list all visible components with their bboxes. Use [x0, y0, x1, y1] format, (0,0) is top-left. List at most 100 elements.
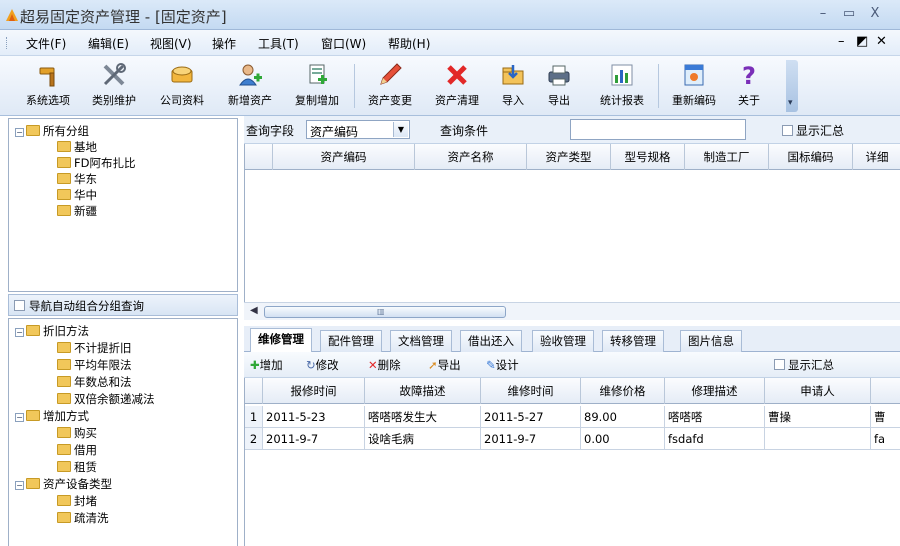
tree-node-item[interactable]: 租赁 [57, 459, 97, 475]
copy-add-button[interactable]: 复制增加 [286, 60, 348, 112]
column-header[interactable] [871, 378, 900, 404]
show-summary-checkbox[interactable] [774, 359, 785, 370]
nav-auto-group-checkbox[interactable] [14, 300, 25, 311]
design-button[interactable]: ✎设计 [486, 357, 519, 373]
maximize-button[interactable]: ▭ [840, 5, 858, 23]
column-header[interactable]: 修理描述 [665, 378, 765, 404]
tab-documents[interactable]: 文档管理 [390, 330, 452, 352]
system-options-button[interactable]: 系统选项 [20, 60, 76, 112]
export-button[interactable]: ➚导出 [428, 357, 461, 373]
table-cell[interactable]: 曹 [871, 406, 900, 428]
asset-cleanup-button[interactable]: 资产清理 [428, 60, 486, 112]
tree-node-item[interactable]: 借用 [57, 442, 97, 458]
about-button[interactable]: ? 关于 [730, 60, 768, 112]
column-header[interactable]: 型号规格 [611, 144, 685, 170]
column-header[interactable]: 详细 [853, 144, 900, 170]
table-cell[interactable]: 2011-9-7 [481, 428, 581, 450]
tree-node-item[interactable]: 年数总和法 [57, 374, 132, 390]
mdi-close-button[interactable]: ✕ [876, 34, 887, 49]
query-condition-input[interactable] [570, 119, 746, 140]
tree-node-group[interactable]: 基地 [57, 139, 97, 155]
table-cell[interactable]: 嗒嗒嗒 [665, 406, 765, 428]
table-cell[interactable]: 2011-5-27 [481, 406, 581, 428]
tree-node-item[interactable]: 平均年限法 [57, 357, 132, 373]
recode-button[interactable]: 重新编码 [664, 60, 724, 112]
table-cell[interactable] [765, 428, 871, 450]
menu-operation[interactable]: 操作 [212, 35, 236, 52]
minimize-button[interactable]: – [814, 5, 832, 23]
column-header[interactable]: 资产名称 [415, 144, 527, 170]
tree-node-group[interactable]: 华中 [57, 187, 97, 203]
tree-node-root[interactable]: − 所有分组 [15, 123, 89, 139]
tab-lend-return[interactable]: 借出还入 [460, 330, 522, 352]
show-summary-checkbox[interactable] [782, 125, 793, 136]
tree-node-item[interactable]: 双倍余额递减法 [57, 391, 155, 407]
column-header[interactable]: 维修价格 [581, 378, 665, 404]
tab-acceptance[interactable]: 验收管理 [532, 330, 594, 352]
table-cell[interactable]: 曹操 [765, 406, 871, 428]
table-cell[interactable]: 嗒嗒嗒发生大 [365, 406, 481, 428]
table-cell[interactable]: fa [871, 428, 900, 450]
collapse-icon[interactable]: − [15, 481, 24, 490]
table-cell[interactable]: 0.00 [581, 428, 665, 450]
collapse-icon[interactable]: − [15, 413, 24, 422]
import-button[interactable]: 导入 [494, 60, 532, 112]
mdi-restore-button[interactable]: ◩ [856, 34, 868, 49]
add-asset-button[interactable]: 新增资产 [220, 60, 280, 112]
category-maintenance-button[interactable]: 类别维护 [86, 60, 142, 112]
scroll-left-icon[interactable]: ◀ [250, 305, 258, 316]
company-info-button[interactable]: 公司资料 [152, 60, 212, 112]
statistics-report-button[interactable]: 统计报表 [592, 60, 652, 112]
collapse-icon[interactable]: − [15, 128, 24, 137]
tree-node-group[interactable]: 华东 [57, 171, 97, 187]
delete-button[interactable]: ✕删除 [368, 357, 401, 373]
menu-file[interactable]: 文件(F) [26, 35, 66, 52]
menu-window[interactable]: 窗口(W) [321, 35, 366, 52]
table-cell[interactable]: 2011-5-23 [263, 406, 365, 428]
chevron-down-icon[interactable]: ▼ [393, 122, 408, 137]
close-button[interactable]: X [866, 5, 884, 23]
scrollbar-thumb[interactable]: ▥ [264, 306, 506, 318]
show-summary-option[interactable]: 显示汇总 [782, 122, 844, 139]
query-field-select[interactable]: 资产编码 ▼ [306, 120, 410, 139]
tree-node-group[interactable]: 新疆 [57, 203, 97, 219]
column-header[interactable]: 维修时间 [481, 378, 581, 404]
table-cell[interactable]: fsdafd [665, 428, 765, 450]
toolbar-overflow-button[interactable]: ▾ [786, 60, 798, 112]
table-cell[interactable]: 89.00 [581, 406, 665, 428]
menu-view[interactable]: 视图(V) [150, 35, 192, 52]
tree-node-category[interactable]: − 资产设备类型 [15, 476, 112, 492]
nav-auto-group-option[interactable]: 导航自动组合分组查询 [8, 294, 238, 316]
column-header[interactable]: 申请人 [765, 378, 871, 404]
tree-node-item[interactable]: 封堵 [57, 493, 97, 509]
asset-change-button[interactable]: 资产变更 [360, 60, 420, 112]
add-button[interactable]: ✚增加 [250, 357, 283, 373]
export-button[interactable]: 导出 [540, 60, 578, 112]
table-cell[interactable]: 设啥毛病 [365, 428, 481, 450]
mdi-minimize-button[interactable]: – [838, 34, 845, 49]
menu-edit[interactable]: 编辑(E) [88, 35, 129, 52]
menu-tools[interactable]: 工具(T) [258, 35, 299, 52]
table-cell[interactable]: 2011-9-7 [263, 428, 365, 450]
tree-node-item[interactable]: 疏清洗 [57, 510, 109, 526]
tab-parts[interactable]: 配件管理 [320, 330, 382, 352]
collapse-icon[interactable]: − [15, 328, 24, 337]
tree-node-category[interactable]: − 增加方式 [15, 408, 89, 424]
menu-help[interactable]: 帮助(H) [388, 35, 430, 52]
tab-photos[interactable]: 图片信息 [680, 330, 742, 352]
asset-grid-hscrollbar[interactable]: ◀ ▥ [244, 302, 900, 320]
show-summary-option[interactable]: 显示汇总 [774, 357, 834, 373]
tab-repair[interactable]: 维修管理 [250, 328, 312, 353]
edit-button[interactable]: ↻修改 [306, 357, 339, 373]
column-header[interactable]: 资产编码 [273, 144, 415, 170]
tree-node-item[interactable]: 购买 [57, 425, 97, 441]
tab-transfer[interactable]: 转移管理 [602, 330, 664, 352]
column-header[interactable]: 故障描述 [365, 378, 481, 404]
column-header[interactable]: 国标编码 [769, 144, 853, 170]
tree-node-group[interactable]: FD阿布扎比 [57, 155, 135, 171]
column-header[interactable]: 报修时间 [263, 378, 365, 404]
column-header[interactable]: 资产类型 [527, 144, 611, 170]
column-header[interactable]: 制造工厂 [685, 144, 769, 170]
tree-node-item[interactable]: 不计提折旧 [57, 340, 132, 356]
tree-node-category[interactable]: − 折旧方法 [15, 323, 89, 339]
